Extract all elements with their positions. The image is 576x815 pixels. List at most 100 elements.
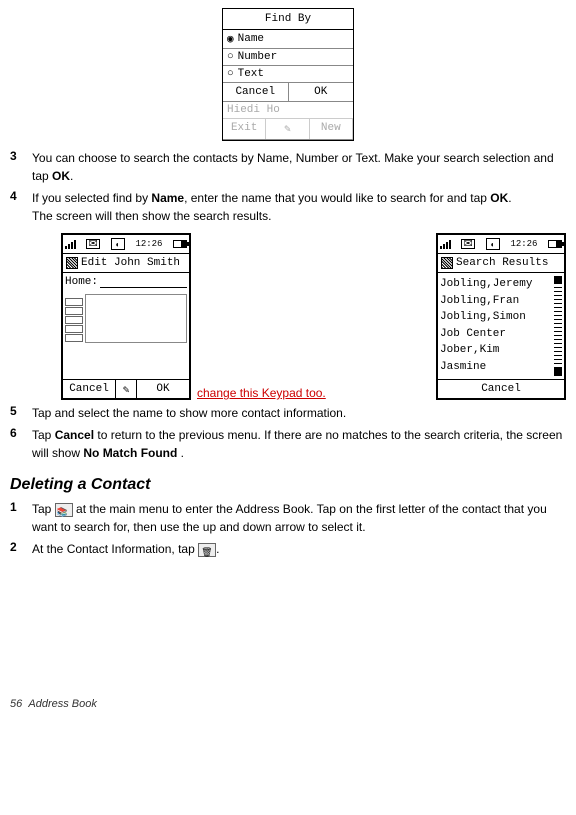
section-heading: Deleting a Contact <box>10 476 566 494</box>
ok-text: OK <box>490 191 508 205</box>
globe-icon <box>486 238 500 250</box>
text-area[interactable] <box>85 294 187 343</box>
step-body: Tap Cancel to return to the previous men… <box>32 426 566 462</box>
step-body: Tap at the main menu to enter the Addres… <box>32 500 566 536</box>
exit-button: Exit <box>223 119 266 139</box>
edit-screen: 12:26 Edit John Smith Home: Cancel OK <box>61 233 191 400</box>
step-2: 2 At the Contact Information, tap . <box>10 540 566 558</box>
scroll-down-icon[interactable] <box>554 368 562 376</box>
list-item[interactable]: Jobling,Jeremy <box>440 276 553 293</box>
results-screen: 12:26 Search Results Jobling,Jeremy Jobl… <box>436 233 566 400</box>
popup-option-name[interactable]: ◉ Name <box>223 30 353 49</box>
step-number: 6 <box>10 426 20 462</box>
text: Tap <box>32 428 55 442</box>
option-label: Text <box>238 68 264 80</box>
radio-filled-icon: ◉ <box>227 32 234 46</box>
text: . <box>216 542 219 556</box>
pen-button <box>266 119 309 139</box>
faded-buttons: Exit New <box>223 119 353 140</box>
ok-button[interactable]: OK <box>137 380 189 398</box>
step-number: 4 <box>10 189 20 225</box>
step-number: 3 <box>10 149 20 185</box>
step-number: 2 <box>10 540 20 558</box>
popup-title: Find By <box>223 9 353 30</box>
title-icon <box>66 257 78 269</box>
ok-button[interactable]: OK <box>289 83 354 101</box>
popup-option-number[interactable]: ○ Number <box>223 49 353 66</box>
page-number: 56 <box>10 698 22 710</box>
text: At the Contact Information, tap <box>32 542 198 556</box>
faded-row: Hiedi Ho <box>223 102 353 119</box>
step-5: 5 Tap and select the name to show more c… <box>10 404 566 422</box>
step-body: If you selected find by Name, enter the … <box>32 189 566 225</box>
envelope-icon <box>461 239 475 249</box>
cancel-bold: Cancel <box>55 428 94 442</box>
step-number: 1 <box>10 500 20 536</box>
option-label: Number <box>238 51 278 63</box>
no-match-bold: No Match Found <box>83 446 177 460</box>
step-4: 4 If you selected find by Name, enter th… <box>10 189 566 225</box>
pen-button[interactable] <box>116 380 137 398</box>
option-label: Name <box>238 33 264 45</box>
text: . <box>177 446 184 460</box>
find-by-popup: Find By ◉ Name ○ Number ○ Text Cancel OK… <box>222 8 354 141</box>
screen-body: Home: <box>63 273 189 379</box>
step-body: Tap and select the name to show more con… <box>32 404 566 422</box>
text: You can choose to search the contacts by… <box>32 151 554 183</box>
list-item[interactable]: Jasmine <box>440 359 553 376</box>
list-item[interactable]: Job Center <box>440 326 553 343</box>
clock: 12:26 <box>135 239 162 249</box>
text: If you selected find by <box>32 191 151 205</box>
list-item[interactable]: Jobling,Simon <box>440 309 553 326</box>
new-button: New <box>310 119 353 139</box>
screen-title: Search Results <box>438 254 564 273</box>
annotation: change this Keypad too. <box>197 386 326 400</box>
scroll-up-icon[interactable] <box>554 276 562 284</box>
list-item[interactable]: Jobling,Fran <box>440 293 553 310</box>
step-body: You can choose to search the contacts by… <box>32 149 566 185</box>
text: , enter the name that you would like to … <box>184 191 490 205</box>
battery-icon <box>173 240 187 248</box>
results-list: Jobling,Jeremy Jobling,Fran Jobling,Simo… <box>440 276 553 376</box>
battery-icon <box>548 240 562 248</box>
footer: 56 Address Book <box>10 698 566 710</box>
cancel-button[interactable]: Cancel <box>63 380 116 398</box>
globe-icon <box>111 238 125 250</box>
status-bar: 12:26 <box>63 235 189 254</box>
popup-option-text[interactable]: ○ Text <box>223 66 353 83</box>
signal-icon <box>65 240 76 249</box>
status-bar: 12:26 <box>438 235 564 254</box>
signal-icon <box>440 240 451 249</box>
cancel-button[interactable]: Cancel <box>438 380 564 398</box>
scrollbar[interactable] <box>553 276 562 376</box>
list-item[interactable]: Jober,Kim <box>440 342 553 359</box>
envelope-icon <box>86 239 100 249</box>
cancel-button[interactable]: Cancel <box>223 83 289 101</box>
radio-empty-icon: ○ <box>227 68 234 80</box>
pen-icon <box>281 122 293 134</box>
screen-title: Edit John Smith <box>63 254 189 273</box>
step-number: 5 <box>10 404 20 422</box>
radio-empty-icon: ○ <box>227 51 234 63</box>
keypad-sidebar[interactable] <box>65 298 83 343</box>
screens-row: 12:26 Edit John Smith Home: Cancel OK <box>10 233 566 400</box>
pen-icon <box>120 383 132 395</box>
text: at the main menu to enter the Address Bo… <box>32 502 547 534</box>
step-3: 3 You can choose to search the contacts … <box>10 149 566 185</box>
trash-icon <box>198 543 216 557</box>
home-label: Home: <box>65 276 98 288</box>
bottom-buttons: Cancel OK <box>63 379 189 398</box>
title-icon <box>441 257 453 269</box>
step-6: 6 Tap Cancel to return to the previous m… <box>10 426 566 462</box>
home-input[interactable] <box>100 276 187 288</box>
step-1: 1 Tap at the main menu to enter the Addr… <box>10 500 566 536</box>
results-body: Jobling,Jeremy Jobling,Fran Jobling,Simo… <box>438 273 564 379</box>
bottom-buttons: Cancel <box>438 379 564 398</box>
step-body: At the Contact Information, tap . <box>32 540 566 558</box>
text: . <box>70 169 73 183</box>
ok-text: OK <box>52 169 70 183</box>
text: The screen will then show the search res… <box>32 209 271 223</box>
clock: 12:26 <box>510 239 537 249</box>
name-bold: Name <box>151 191 184 205</box>
book-icon <box>55 503 73 517</box>
